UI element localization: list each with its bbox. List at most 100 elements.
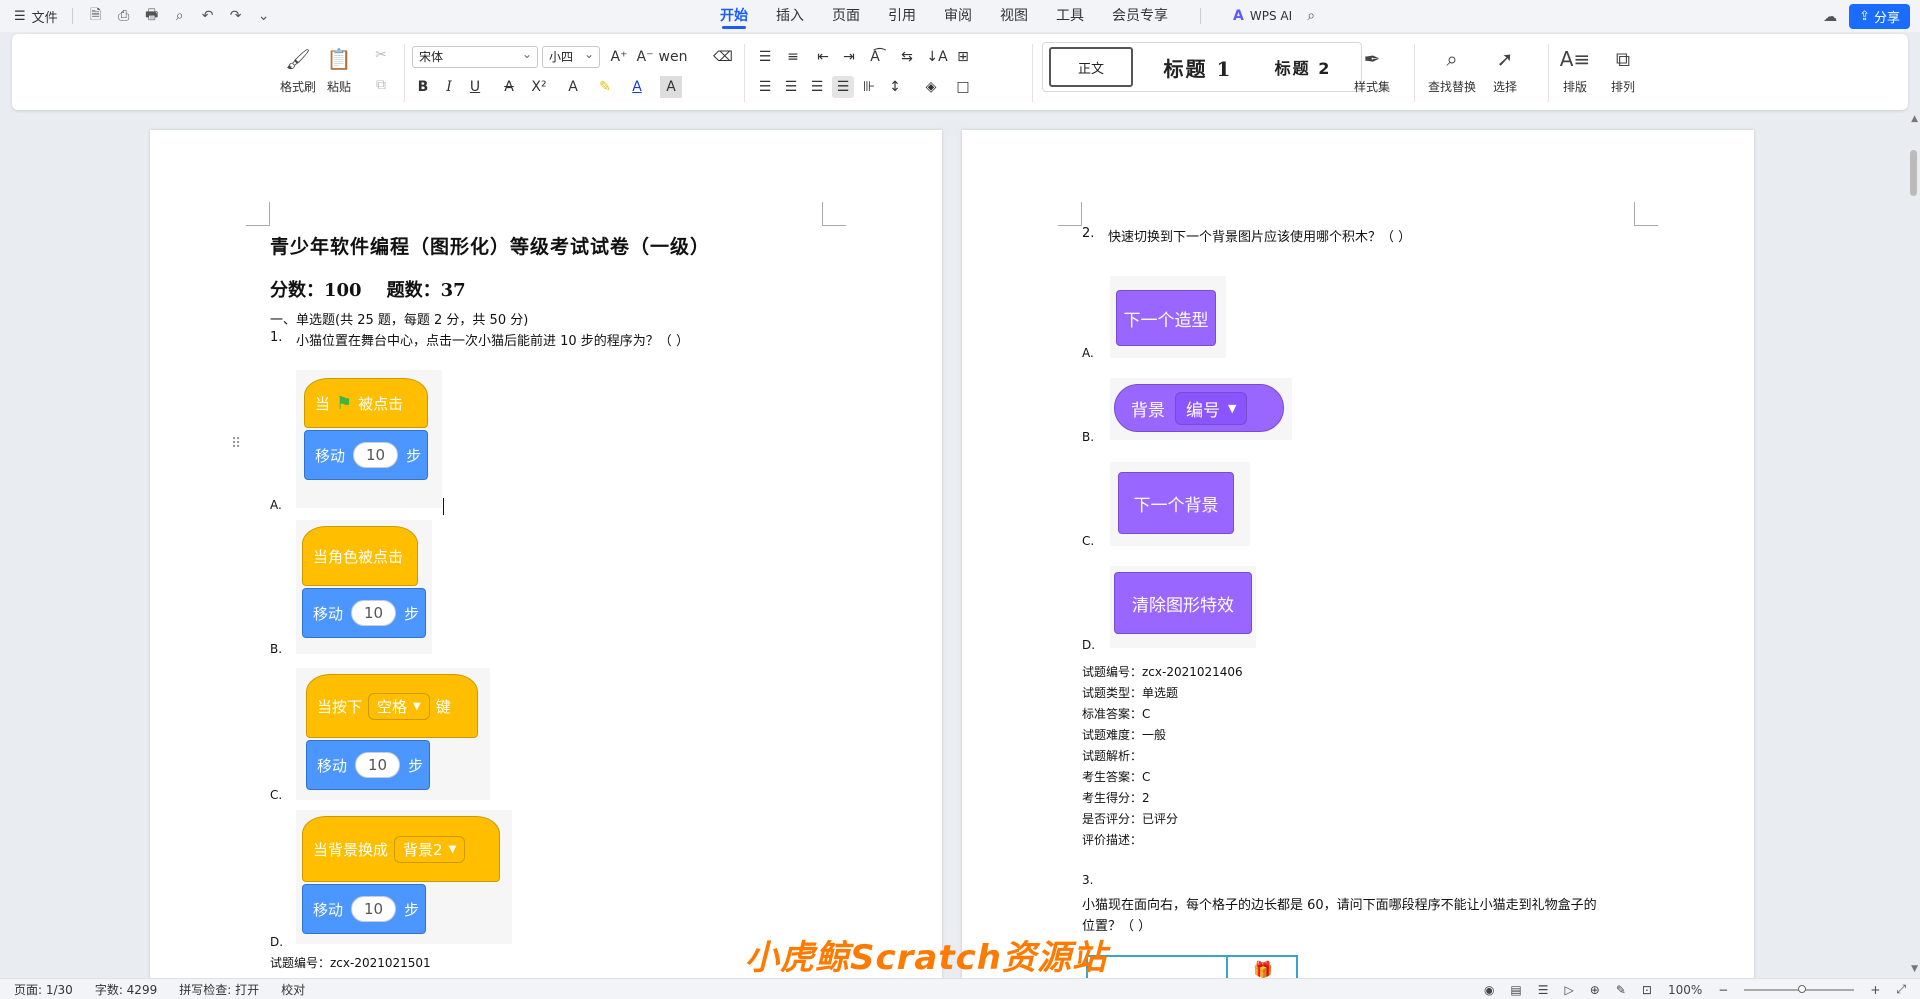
tab-wps-ai[interactable]: A WPS AI <box>1233 0 1292 32</box>
file-menu[interactable]: ☰ 文件 <box>14 7 58 26</box>
cloud-icon[interactable]: ☁ <box>1821 8 1839 26</box>
align-left-icon[interactable]: ☰ <box>754 76 776 98</box>
zoom-level[interactable]: 100% <box>1668 983 1702 997</box>
option-a-image: 当 ⚑ 被点击 移动 10 步 <box>296 370 442 508</box>
option-c-image: 当按下 空格 ▼ 键 移动 10 步 <box>296 668 490 800</box>
drag-handle-icon[interactable]: ⠿ <box>231 436 241 452</box>
save-icon[interactable]: 🗎 <box>87 7 105 25</box>
scroll-thumb[interactable] <box>1910 150 1917 196</box>
web-view-icon[interactable]: ⊕ <box>1590 983 1600 997</box>
char-shading-icon[interactable]: A <box>660 76 682 98</box>
backdrop-dropdown: 编号 ▼ <box>1175 391 1248 425</box>
line-spacing-icon[interactable]: ↕ <box>884 76 906 98</box>
bullet-list-icon[interactable]: ☰ <box>754 46 776 68</box>
decrease-indent-icon[interactable]: ⇤ <box>812 46 834 68</box>
spell-check-toggle[interactable]: 拼写检查: 打开 <box>179 981 259 998</box>
tab-home[interactable]: 开始 <box>720 0 748 32</box>
borders-icon[interactable]: □ <box>952 76 974 98</box>
print-icon[interactable]: 🖶 <box>143 7 161 25</box>
page-margin-marker <box>246 202 270 226</box>
fit-page-icon[interactable]: ⊡ <box>1642 983 1652 997</box>
align-center-icon[interactable]: ☰ <box>780 76 802 98</box>
chevron-down-icon[interactable]: ⌄ <box>255 7 273 25</box>
redo-icon[interactable]: ↷ <box>227 7 245 25</box>
tab-member[interactable]: 会员专享 <box>1112 0 1168 32</box>
zoom-slider[interactable] <box>1744 984 1855 993</box>
italic-icon[interactable]: I <box>438 76 460 98</box>
font-color-icon[interactable]: A <box>626 76 648 98</box>
play-icon[interactable]: ▷ <box>1565 983 1574 997</box>
zoom-slider-thumb[interactable] <box>1798 984 1807 993</box>
paste-button[interactable]: 📋 粘贴 <box>326 46 352 95</box>
text-effect-icon[interactable]: A <box>562 76 584 98</box>
increase-indent-icon[interactable]: ⇥ <box>838 46 860 68</box>
style-set-button[interactable]: ✒ 样式集 <box>1354 46 1390 95</box>
format-painter-button[interactable]: 🖌 格式刷 <box>280 46 316 95</box>
block-text: 移动 <box>313 604 344 623</box>
tab-page[interactable]: 页面 <box>832 0 860 32</box>
print-preview-icon[interactable]: ⌕ <box>171 7 189 25</box>
scroll-up-icon[interactable]: ▲ <box>1911 114 1918 124</box>
page-indicator[interactable]: 页面: 1/30 <box>14 981 73 998</box>
paste-label: 粘贴 <box>326 80 351 94</box>
export-pdf-icon[interactable]: ⎙ <box>115 7 133 25</box>
strikethrough-icon[interactable]: A <box>498 76 520 98</box>
style-normal[interactable]: 正文 <box>1049 47 1133 87</box>
show-marks-icon[interactable]: ⊞ <box>952 46 974 68</box>
tab-tools[interactable]: 工具 <box>1056 0 1084 32</box>
scroll-down-icon[interactable]: ▼ <box>1911 964 1918 974</box>
next-costume-block: 下一个造型 <box>1116 290 1216 346</box>
outline-view-icon[interactable]: ☰ <box>1538 983 1549 997</box>
zoom-in-icon[interactable]: + <box>1870 983 1880 997</box>
triangle-down-icon: ▼ <box>448 843 457 855</box>
share-label: 分享 <box>1873 11 1900 26</box>
bold-icon[interactable]: B <box>412 76 434 98</box>
text-direction-icon[interactable]: ⇆ <box>896 46 918 68</box>
search-icon[interactable]: ⌕ <box>1302 7 1320 25</box>
option-d-label: D. <box>270 935 284 949</box>
option-c-label: C. <box>270 788 283 802</box>
font-size-select[interactable]: 小四 <box>542 44 600 68</box>
tab-insert[interactable]: 插入 <box>776 0 804 32</box>
zoom-out-icon[interactable]: − <box>1718 983 1728 997</box>
shrink-font-icon[interactable]: A⁻ <box>634 46 656 68</box>
shading-icon[interactable]: ◈ <box>920 76 942 98</box>
tab-review[interactable]: 审阅 <box>944 0 972 32</box>
undo-icon[interactable]: ↶ <box>199 7 217 25</box>
phonetic-icon[interactable]: wen <box>659 46 688 68</box>
highlight-icon[interactable]: ✎ <box>594 76 616 98</box>
cut-icon[interactable]: ✂ <box>370 44 392 66</box>
page-view-icon[interactable]: ▤ <box>1510 983 1521 997</box>
steps-value: 10 <box>355 752 401 778</box>
grow-font-icon[interactable]: A⁺ <box>608 46 630 68</box>
pen-icon[interactable]: ✎ <box>1616 983 1626 997</box>
eye-icon[interactable]: ◉ <box>1484 983 1494 997</box>
layout-button[interactable]: A≡ 排版 <box>1560 46 1590 95</box>
proofread-button[interactable]: 校对 <box>281 981 305 998</box>
vertical-scrollbar[interactable]: ▲ ▼ <box>1904 112 1920 978</box>
tab-references[interactable]: 引用 <box>888 0 916 32</box>
style-heading-2[interactable]: 标题 2 <box>1253 47 1353 87</box>
underline-icon[interactable]: U <box>464 76 486 98</box>
copy-icon[interactable]: ⧉ <box>370 74 392 96</box>
numbered-list-icon[interactable]: ≡ <box>782 46 804 68</box>
word-count[interactable]: 字数: 4299 <box>95 981 157 998</box>
distribute-icon[interactable]: ⊪ <box>858 76 880 98</box>
find-replace-button[interactable]: ⌕ 查找替换 <box>1428 46 1476 95</box>
justify-icon[interactable]: ☰ <box>832 76 854 98</box>
chinese-layout-icon[interactable]: A͡ <box>864 46 886 68</box>
section-heading: 一、单选题(共 25 题，每题 2 分，共 50 分) <box>270 313 529 328</box>
fullscreen-icon[interactable]: ⤢ <box>1896 982 1906 997</box>
style-heading-1[interactable]: 标题 1 <box>1143 47 1253 87</box>
arrange-button[interactable]: ⧉ 排列 <box>1610 46 1636 95</box>
select-button[interactable]: ➚ 选择 <box>1492 46 1518 95</box>
info-line: 试题编号：zcx-2021021406 <box>1082 665 1243 679</box>
sort-icon[interactable]: ↓A <box>926 46 948 68</box>
info-line: 考生答案：C <box>1082 770 1151 784</box>
align-right-icon[interactable]: ☰ <box>806 76 828 98</box>
font-name-select[interactable]: 宋体 <box>412 44 538 68</box>
superscript-icon[interactable]: X² <box>528 76 550 98</box>
share-button[interactable]: ⇪ 分享 <box>1849 4 1910 29</box>
clear-format-icon[interactable]: ⌫ <box>712 46 734 68</box>
tab-view[interactable]: 视图 <box>1000 0 1028 32</box>
